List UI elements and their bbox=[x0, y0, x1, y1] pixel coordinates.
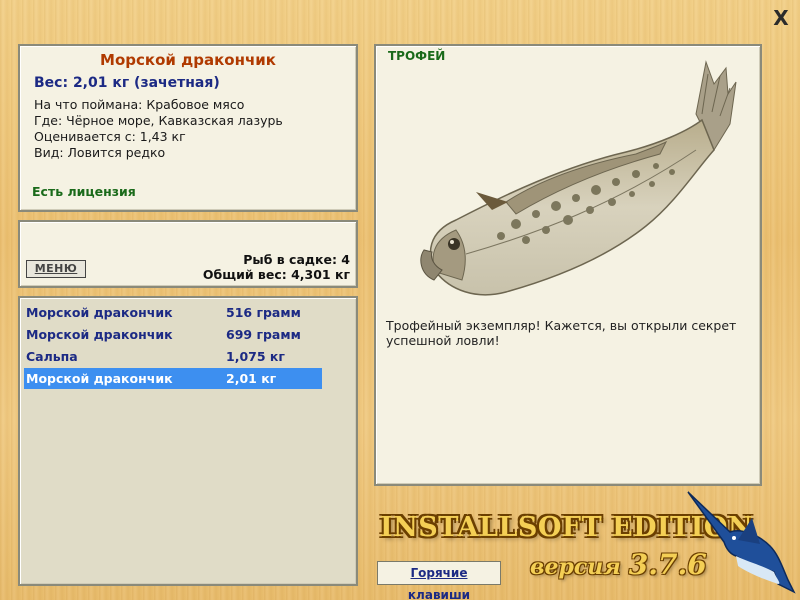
fish-info-panel: Морской дракончик Вес: 2,01 кг (зачетная… bbox=[18, 44, 358, 212]
item-name: Морской дракончик bbox=[26, 371, 173, 386]
fish-details: На что поймана: Крабовое мясо Где: Чёрно… bbox=[20, 97, 356, 161]
fish-weight: Вес: 2,01 кг (зачетная) bbox=[34, 75, 220, 91]
item-name: Сальпа bbox=[26, 349, 78, 364]
trophy-panel: ТРОФЕЙ Трофейный экземпляр! Кажется, вы … bbox=[374, 44, 762, 486]
item-weight: 1,075 кг bbox=[226, 349, 285, 364]
list-item[interactable]: Морской дракончик 516 грамм bbox=[24, 302, 322, 323]
detail-location: Где: Чёрное море, Кавказская лазурь bbox=[34, 113, 283, 128]
detail-rarity: Вид: Ловится редко bbox=[34, 145, 166, 160]
license-status: Есть лицензия bbox=[32, 184, 136, 199]
cage-panel: МЕНЮ Рыб в садке: 4 Общий вес: 4,301 кг bbox=[18, 220, 358, 288]
catch-list: Морской дракончик 516 грамм Морской драк… bbox=[18, 296, 358, 586]
fish-name: Морской дракончик bbox=[100, 51, 276, 69]
hotkeys-button[interactable]: Горячие клавиши bbox=[377, 561, 501, 600]
close-button[interactable]: X bbox=[771, 8, 791, 28]
trophy-caption: Трофейный экземпляр! Кажется, вы открыли… bbox=[386, 318, 737, 348]
detail-bait: На что поймана: Крабовое мясо bbox=[34, 97, 245, 112]
list-item[interactable]: Сальпа 1,075 кг bbox=[24, 346, 322, 367]
menu-button[interactable]: МЕНЮ bbox=[26, 260, 86, 278]
fish-image bbox=[420, 60, 737, 296]
version-word: версия bbox=[530, 554, 621, 580]
list-item[interactable]: Морской дракончик 699 грамм bbox=[24, 324, 322, 345]
list-item-selected[interactable]: Морской дракончик 2,01 кг bbox=[24, 368, 322, 389]
item-weight: 699 грамм bbox=[226, 327, 301, 342]
item-name: Морской дракончик bbox=[26, 327, 173, 342]
detail-value: Оценивается с: 1,43 кг bbox=[34, 129, 186, 144]
item-weight: 516 грамм bbox=[226, 305, 301, 320]
item-name: Морской дракончик bbox=[26, 305, 173, 320]
fish-count: Рыб в садке: 4 bbox=[243, 252, 350, 267]
marlin-icon bbox=[687, 491, 796, 594]
item-weight: 2,01 кг bbox=[226, 371, 277, 386]
total-weight: Общий вес: 4,301 кг bbox=[202, 267, 350, 282]
